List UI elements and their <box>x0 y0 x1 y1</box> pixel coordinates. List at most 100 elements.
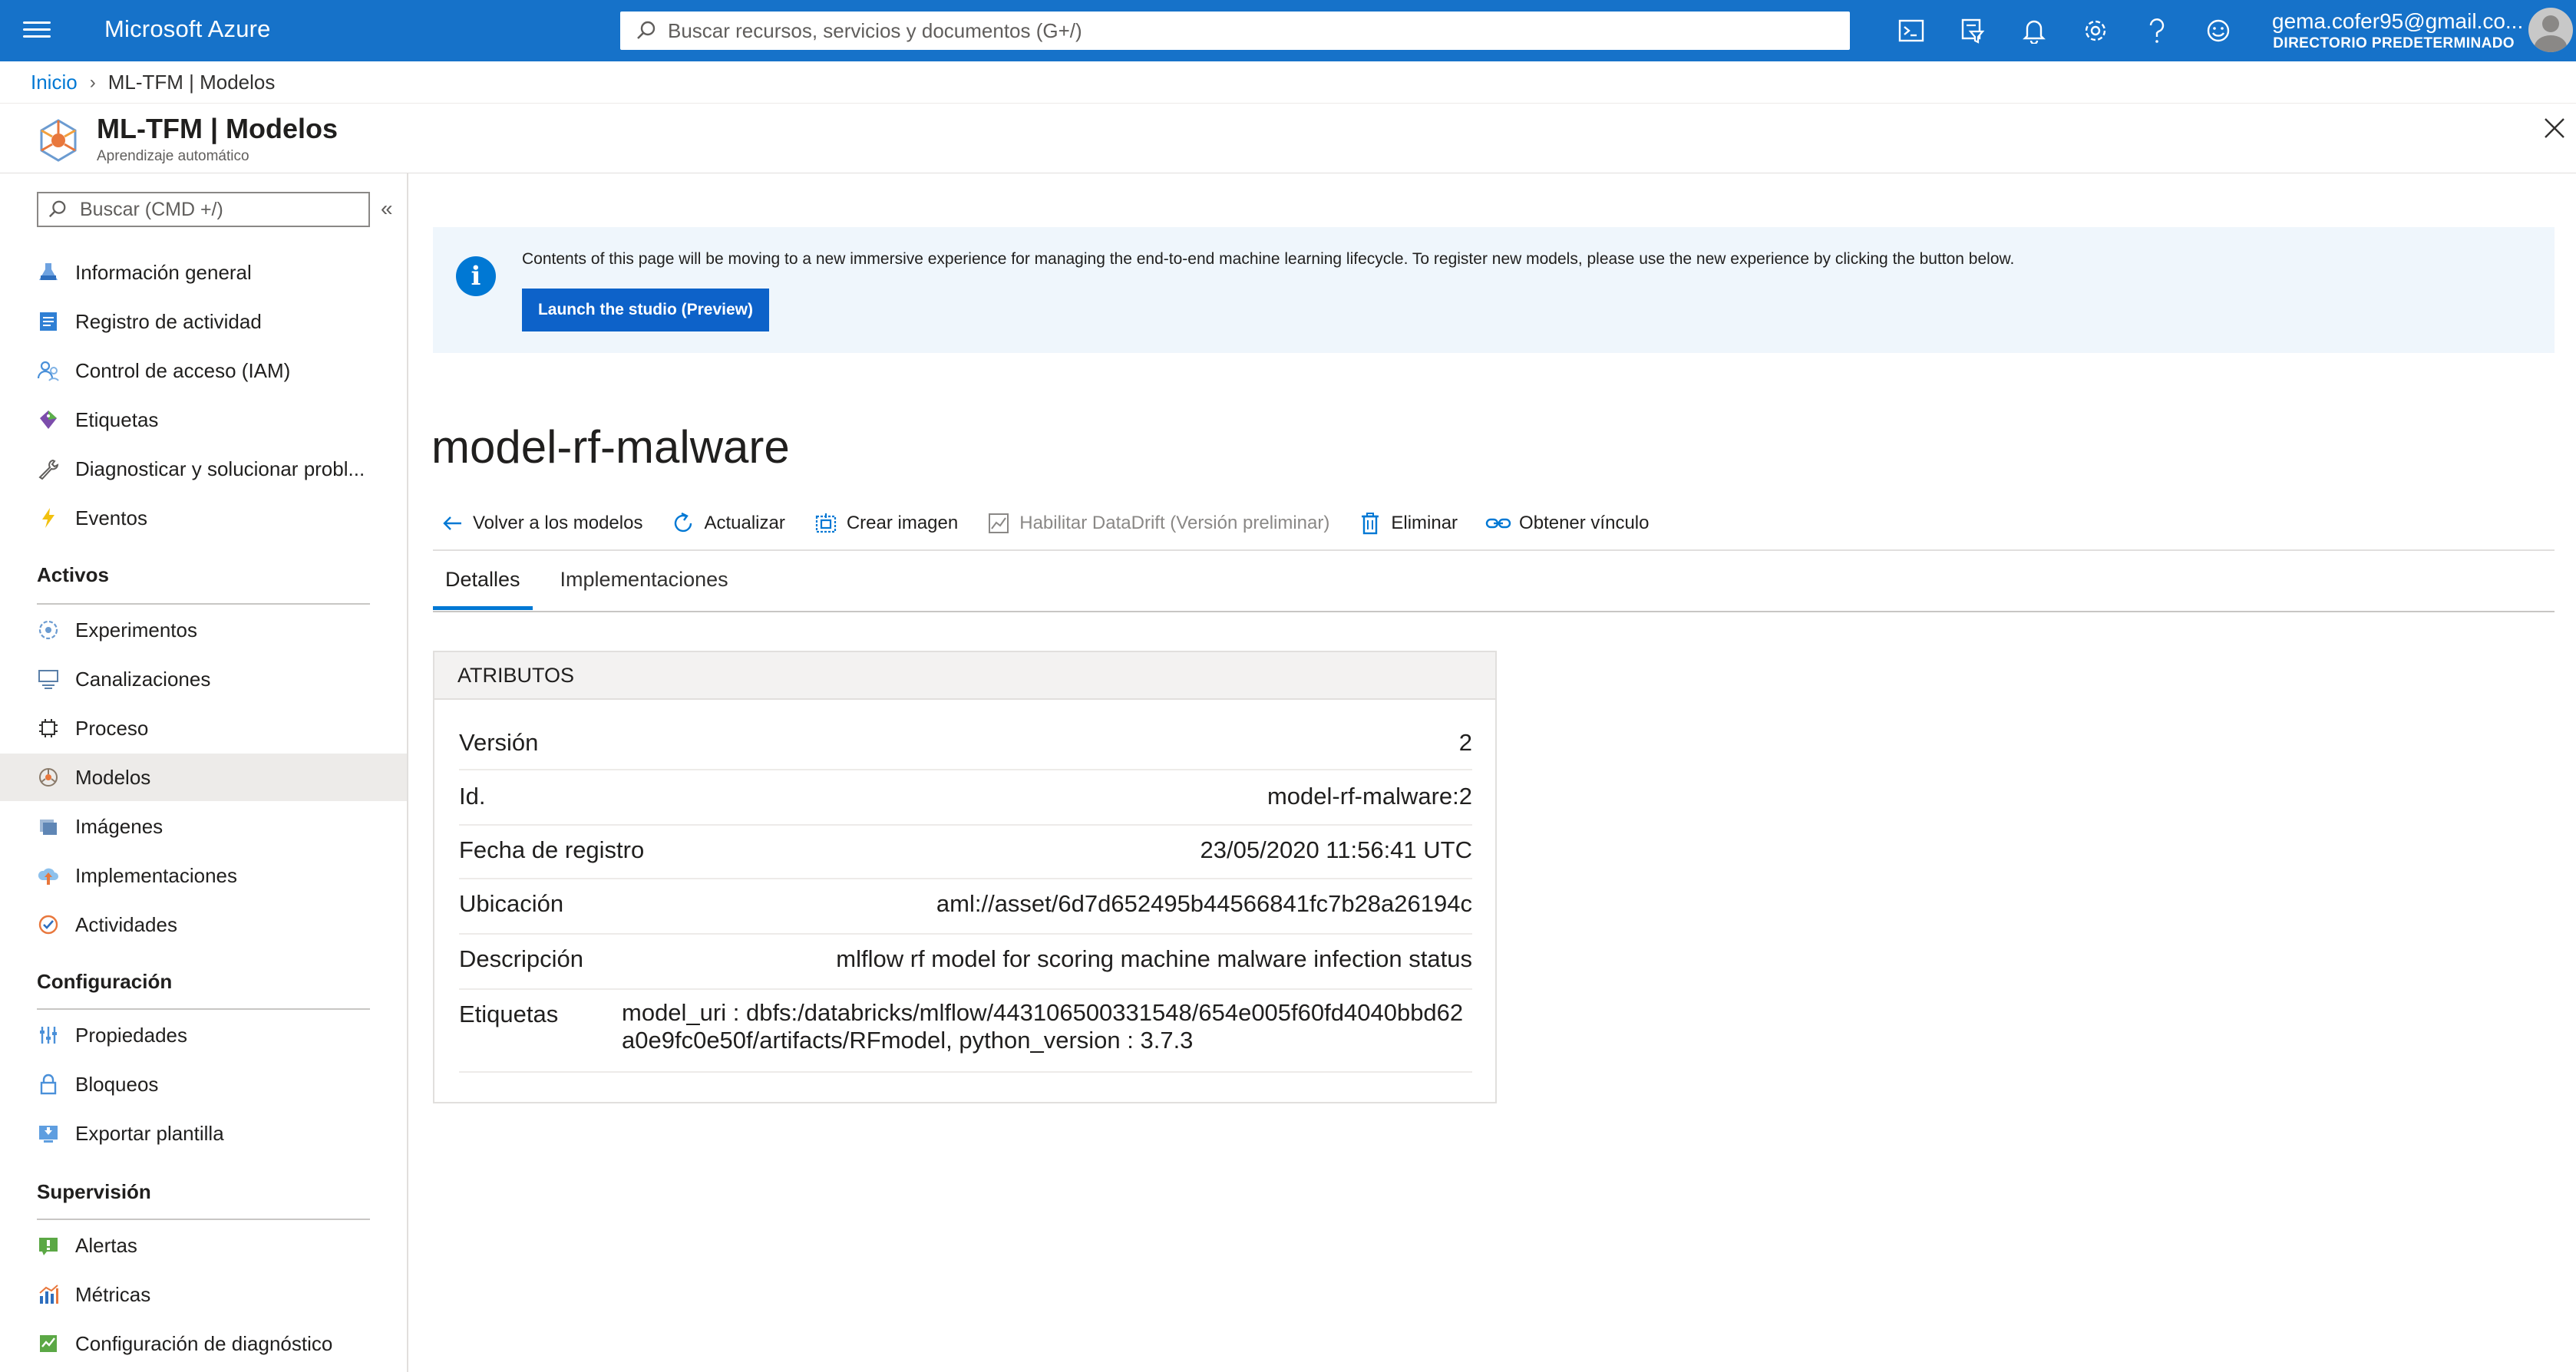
sidebar-item-alerts[interactable]: Alertas <box>0 1222 407 1269</box>
brand-title[interactable]: Microsoft Azure <box>104 15 271 43</box>
command-bar: Volver a los modelos Actualizar Crear im… <box>439 508 1676 539</box>
enable-datadrift-button[interactable]: Habilitar DataDrift (Versión preliminar) <box>986 510 1329 536</box>
sidebar-section-supervision: Supervisión <box>37 1180 151 1203</box>
export-template-icon <box>37 1122 60 1145</box>
iam-icon <box>37 359 60 382</box>
lock-icon <box>37 1073 60 1096</box>
sidebar-item-tags[interactable]: Etiquetas <box>0 396 407 444</box>
chevron-right-icon: › <box>89 71 96 93</box>
properties-icon <box>37 1024 60 1047</box>
notifications-icon[interactable] <box>2003 15 2065 46</box>
activity-log-icon <box>37 310 60 333</box>
tab-deployments[interactable]: Implementaciones <box>548 563 741 610</box>
launch-studio-button[interactable]: Launch the studio (Preview) <box>522 289 769 331</box>
sidebar-item-experiments[interactable]: Experimentos <box>0 606 407 654</box>
sidebar-item-pipelines[interactable]: Canalizaciones <box>0 655 407 703</box>
sidebar-item-activity-log[interactable]: Registro de actividad <box>0 298 407 345</box>
model-title: model-rf-malware <box>431 421 790 473</box>
top-bar: Microsoft Azure Buscar recursos, servici… <box>0 0 2576 61</box>
attribute-row-version: Versión 2 <box>459 718 1472 770</box>
back-to-models-button[interactable]: Volver a los modelos <box>439 510 642 536</box>
menu-icon[interactable] <box>23 17 51 45</box>
arrow-left-icon <box>439 510 465 536</box>
create-image-button[interactable]: Crear imagen <box>813 510 958 536</box>
user-directory: DIRECTORIO PREDETERMINADO <box>2273 35 2515 51</box>
refresh-button[interactable]: Actualizar <box>670 510 785 536</box>
banner-text: Contents of this page will be moving to … <box>522 250 2015 268</box>
sidebar-item-diagnose[interactable]: Diagnosticar y solucionar probl... <box>0 445 407 493</box>
account-menu[interactable]: gema.cofer95@gmail.co... DIRECTORIO PRED… <box>2272 9 2523 54</box>
link-icon <box>1485 510 1511 536</box>
attribute-row-registered-date: Fecha de registro 23/05/2020 11:56:41 UT… <box>459 826 1472 879</box>
datadrift-icon <box>986 510 1012 536</box>
sidebar-divider <box>37 1008 370 1010</box>
alerts-icon <box>37 1234 60 1257</box>
diagnostic-settings-icon <box>37 1332 60 1355</box>
sidebar-divider <box>37 1219 370 1220</box>
sidebar-item-deployments[interactable]: Implementaciones <box>0 852 407 899</box>
sidebar-divider <box>37 603 370 605</box>
sidebar-item-iam[interactable]: Control de acceso (IAM) <box>0 347 407 394</box>
sidebar: Buscar (CMD +/) « Información general Re… <box>0 173 408 1372</box>
command-bar-divider <box>433 549 2555 551</box>
sidebar-item-export-template[interactable]: Exportar plantilla <box>0 1110 407 1157</box>
models-icon <box>37 766 60 789</box>
sidebar-item-properties[interactable]: Propiedades <box>0 1011 407 1059</box>
settings-icon[interactable] <box>2065 15 2126 46</box>
attributes-header: ATRIBUTOS <box>434 652 1495 700</box>
directory-filter-icon[interactable] <box>1942 15 2003 46</box>
deployments-icon <box>37 864 60 887</box>
cloud-shell-icon[interactable] <box>1881 15 1942 46</box>
wrench-icon <box>37 457 60 480</box>
tab-bar: Detalles Implementaciones <box>433 563 756 610</box>
sidebar-item-overview[interactable]: Información general <box>0 249 407 296</box>
sidebar-item-metrics[interactable]: Métricas <box>0 1271 407 1318</box>
sidebar-search-input[interactable]: Buscar (CMD +/) <box>37 192 370 227</box>
collapse-sidebar-icon[interactable]: « <box>381 196 393 221</box>
preview-banner: i Contents of this page will be moving t… <box>433 227 2555 353</box>
blade-header: ML-TFM | Modelos Aprendizaje automático <box>0 103 2576 173</box>
activities-icon <box>37 913 60 936</box>
attributes-card: ATRIBUTOS Versión 2 Id. model-rf-malware… <box>433 651 1497 1103</box>
close-icon[interactable] <box>2542 116 2567 140</box>
attribute-row-tags: Etiquetas model_uri : dbfs:/databricks/m… <box>459 990 1472 1073</box>
breadcrumb: Inicio › ML-TFM | Modelos <box>31 71 275 94</box>
overview-icon <box>37 261 60 284</box>
attribute-row-description: Descripción mlflow rf model for scoring … <box>459 935 1472 990</box>
page-title: ML-TFM | Modelos <box>97 113 339 144</box>
lightning-icon <box>37 506 60 529</box>
get-link-button[interactable]: Obtener vínculo <box>1485 510 1649 536</box>
refresh-icon <box>670 510 696 536</box>
breadcrumb-current: ML-TFM | Modelos <box>107 71 276 94</box>
pipelines-icon <box>37 668 60 691</box>
experiments-icon <box>37 618 60 641</box>
feedback-icon[interactable] <box>2188 15 2249 46</box>
sidebar-item-activities[interactable]: Actividades <box>0 901 407 948</box>
attribute-row-id: Id. model-rf-malware:2 <box>459 772 1472 826</box>
page-subtitle: Aprendizaje automático <box>97 148 249 164</box>
sidebar-item-images[interactable]: Imágenes <box>0 803 407 850</box>
sidebar-section-activos: Activos <box>37 563 109 586</box>
info-icon: i <box>456 256 496 296</box>
help-icon[interactable] <box>2126 15 2188 46</box>
images-icon <box>37 815 60 838</box>
delete-button[interactable]: Eliminar <box>1357 510 1458 536</box>
metrics-icon <box>37 1283 60 1306</box>
avatar[interactable] <box>2528 8 2573 52</box>
global-search-input[interactable]: Buscar recursos, servicios y documentos … <box>620 12 1850 50</box>
breadcrumb-home[interactable]: Inicio <box>31 71 78 94</box>
sidebar-item-diagnostic-settings[interactable]: Configuración de diagnóstico <box>0 1320 407 1367</box>
sidebar-item-models[interactable]: Modelos <box>0 754 407 801</box>
sidebar-item-locks[interactable]: Bloqueos <box>0 1060 407 1108</box>
sidebar-item-compute[interactable]: Proceso <box>0 704 407 752</box>
tags-icon <box>37 408 60 431</box>
sidebar-search-placeholder: Buscar (CMD +/) <box>80 198 223 220</box>
tab-details[interactable]: Detalles <box>433 563 533 610</box>
machine-learning-workspace-icon <box>40 119 77 162</box>
create-image-icon <box>813 510 839 536</box>
sidebar-item-events[interactable]: Eventos <box>0 494 407 542</box>
search-icon <box>48 200 66 218</box>
attribute-row-location: Ubicación aml://asset/6d7d652495b4456684… <box>459 879 1472 935</box>
search-icon <box>637 21 656 39</box>
sidebar-section-configuracion: Configuración <box>37 970 173 993</box>
